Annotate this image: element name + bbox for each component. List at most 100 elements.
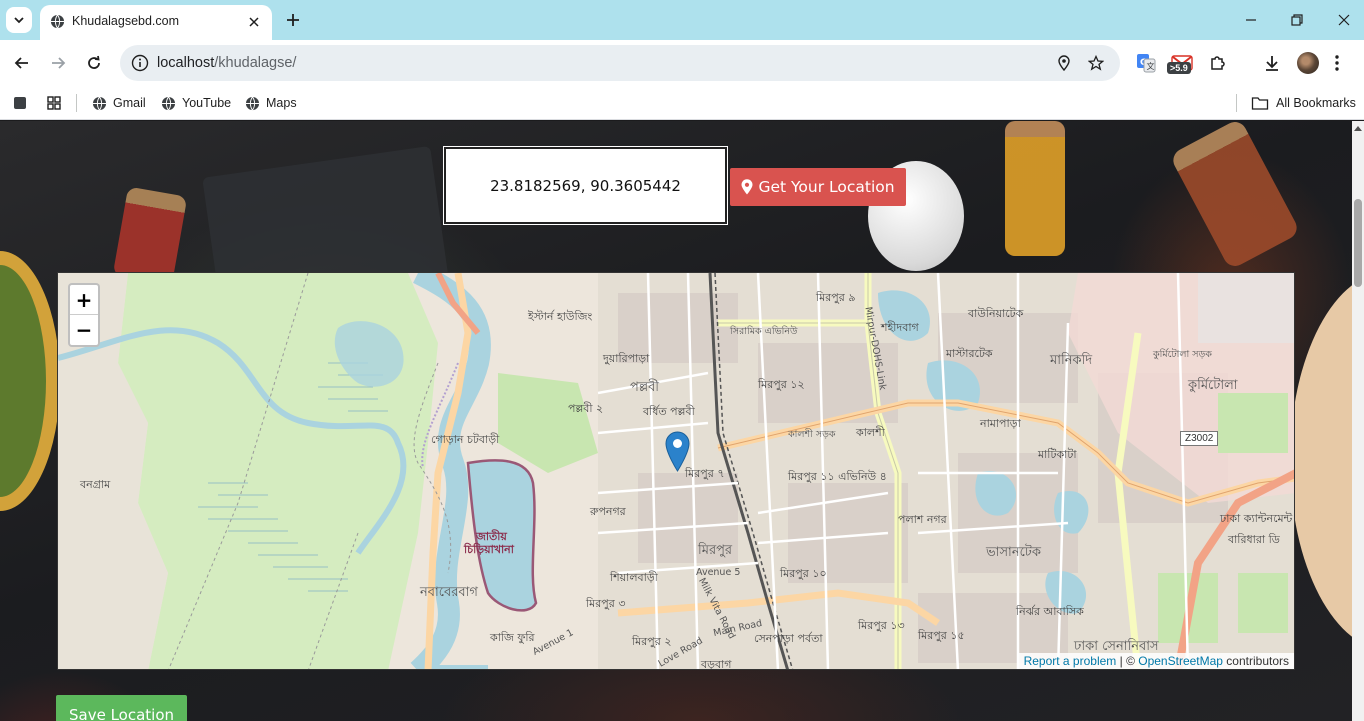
arrow-left-icon <box>14 57 28 69</box>
map-label: বর্ধিত পল্লবী <box>643 405 695 418</box>
map-label: কালশী <box>856 426 885 439</box>
chevron-down-icon <box>14 17 24 24</box>
map-label: কুর্মিটোলা সড়ক <box>1153 349 1212 360</box>
location-pin-icon <box>1058 55 1070 71</box>
bookmark-label: Maps <box>266 96 297 110</box>
page-scrollbar[interactable] <box>1352 121 1364 721</box>
map-marker-icon <box>741 179 753 195</box>
background-spice-jar <box>112 186 188 286</box>
attribution-suffix: contributors <box>1222 654 1289 668</box>
map-label: কালশী সড়ক <box>788 429 836 440</box>
profile-avatar[interactable] <box>1297 52 1319 74</box>
coordinates-field[interactable]: 23.8182569, 90.3605442 <box>443 146 728 225</box>
road-code-badge: Z3002 <box>1180 431 1219 446</box>
openstreetmap-link[interactable]: OpenStreetMap <box>1138 654 1223 668</box>
bookmark-apps-dark[interactable] <box>12 92 28 114</box>
address-bar[interactable]: localhost/khudalagse/ <box>120 45 1120 81</box>
map-label: কাজি ফুরি <box>490 631 535 644</box>
bookmarks-divider <box>76 94 77 112</box>
browser-menu-button[interactable] <box>1325 51 1349 75</box>
map-label: পল্লবী <box>630 380 660 395</box>
download-icon <box>1266 56 1278 71</box>
map-label: মিরপুর ১০ <box>780 567 827 580</box>
zoom-in-button[interactable]: + <box>70 285 98 315</box>
map-label: নির্ঝর আবাসিক <box>1016 605 1084 618</box>
map-label: মিরপুর ৭ <box>685 467 725 480</box>
get-location-button[interactable]: Get Your Location <box>730 168 906 206</box>
reload-button[interactable] <box>82 51 106 75</box>
google-translate-extension[interactable]: G文 <box>1134 51 1158 75</box>
zoom-control: + − <box>68 283 100 347</box>
downloads-button[interactable] <box>1260 51 1284 75</box>
extensions-button[interactable] <box>1206 51 1230 75</box>
restore-button[interactable] <box>1285 8 1309 32</box>
globe-icon <box>92 96 107 110</box>
bookmarks-bar: Gmail YouTube Maps All Bookmarks <box>0 86 1364 120</box>
bookmark-label: Gmail <box>113 96 146 110</box>
report-problem-link[interactable]: Report a problem <box>1024 654 1117 668</box>
back-button[interactable] <box>10 51 34 75</box>
tab-search-button[interactable] <box>6 7 32 33</box>
all-bookmarks-label: All Bookmarks <box>1276 96 1356 110</box>
close-window-button[interactable] <box>1332 8 1356 32</box>
scroll-up-arrow-icon[interactable] <box>1354 125 1362 131</box>
minimize-button[interactable] <box>1239 8 1263 32</box>
globe-icon <box>50 14 65 29</box>
map-label: ভাসানটেক <box>986 545 1041 560</box>
new-tab-button[interactable] <box>282 9 304 31</box>
url-path: /khudalagse/ <box>214 55 297 71</box>
app-square-icon <box>14 97 26 109</box>
close-icon <box>249 17 259 27</box>
map-label: সেনপাড়া পর্বতা <box>754 632 823 645</box>
minimize-icon <box>1246 19 1256 21</box>
map-label: পলাশ নগর <box>898 513 947 526</box>
bookmarks-divider <box>1236 94 1237 112</box>
url-text: localhost/khudalagse/ <box>157 55 296 71</box>
save-location-button[interactable]: Save Location <box>56 695 187 721</box>
map-label: বাউনিয়াটেক <box>968 307 1024 320</box>
map-label: চিড়িয়াখানা <box>464 543 514 556</box>
browser-toolbar: localhost/khudalagse/ G文 >5.9 <box>0 40 1364 86</box>
apps-grid-button[interactable] <box>46 92 62 114</box>
map-label: রুপনগর <box>590 505 626 518</box>
bookmark-youtube[interactable]: YouTube <box>161 92 231 114</box>
puzzle-icon <box>1211 56 1225 70</box>
bookmark-star-button[interactable] <box>1086 53 1106 73</box>
background-tortilla <box>1290 271 1352 651</box>
map-label: দুয়ারিপাড়া <box>603 352 650 365</box>
bookmark-maps[interactable]: Maps <box>245 92 297 114</box>
tab-strip: Khudalagsebd.com <box>0 0 1364 40</box>
page-viewport: 23.8182569, 90.3605442 Get Your Location <box>0 121 1352 721</box>
bookmark-gmail[interactable]: Gmail <box>92 92 146 114</box>
map-label: মানিকদি <box>1050 353 1093 368</box>
globe-icon <box>245 96 260 110</box>
attribution-separator: | © <box>1116 654 1139 668</box>
all-bookmarks-button[interactable]: All Bookmarks <box>1251 92 1356 114</box>
browser-tab[interactable]: Khudalagsebd.com <box>40 5 272 40</box>
background-spice-jar <box>1005 121 1065 256</box>
plus-icon <box>287 14 299 26</box>
map-label: শিয়ালবাড়ী <box>610 571 658 584</box>
globe-icon <box>161 96 176 110</box>
star-icon <box>1088 55 1104 71</box>
zoom-out-button[interactable]: − <box>70 315 98 345</box>
scrollbar-thumb[interactable] <box>1354 199 1362 287</box>
arrow-right-icon <box>52 57 66 69</box>
close-icon <box>1338 14 1350 26</box>
map-label: মিরপুর ১২ <box>758 378 805 391</box>
background-spice-jar <box>1169 121 1301 271</box>
site-info-icon[interactable] <box>130 53 150 73</box>
map-label: মাটিকাটা <box>1038 448 1077 461</box>
forward-button[interactable] <box>46 51 70 75</box>
map-label: নামাপাড়া <box>980 417 1021 430</box>
map-label: গোড়ান চটবাড়ী <box>431 433 500 446</box>
map-label: বড়বাগ <box>701 658 732 670</box>
get-location-label: Get Your Location <box>758 178 895 196</box>
map-container[interactable]: ইস্টার্ন হাউজিং মিরপুর ৯ শহীদবাগ বাউনিয়… <box>57 272 1295 670</box>
location-marker-icon[interactable] <box>665 431 690 472</box>
bookmark-label: YouTube <box>182 96 232 110</box>
svg-text:文: 文 <box>1147 61 1155 71</box>
background-bowl <box>0 251 60 511</box>
location-permission-button[interactable] <box>1054 53 1074 73</box>
tab-close-button[interactable] <box>244 12 264 32</box>
